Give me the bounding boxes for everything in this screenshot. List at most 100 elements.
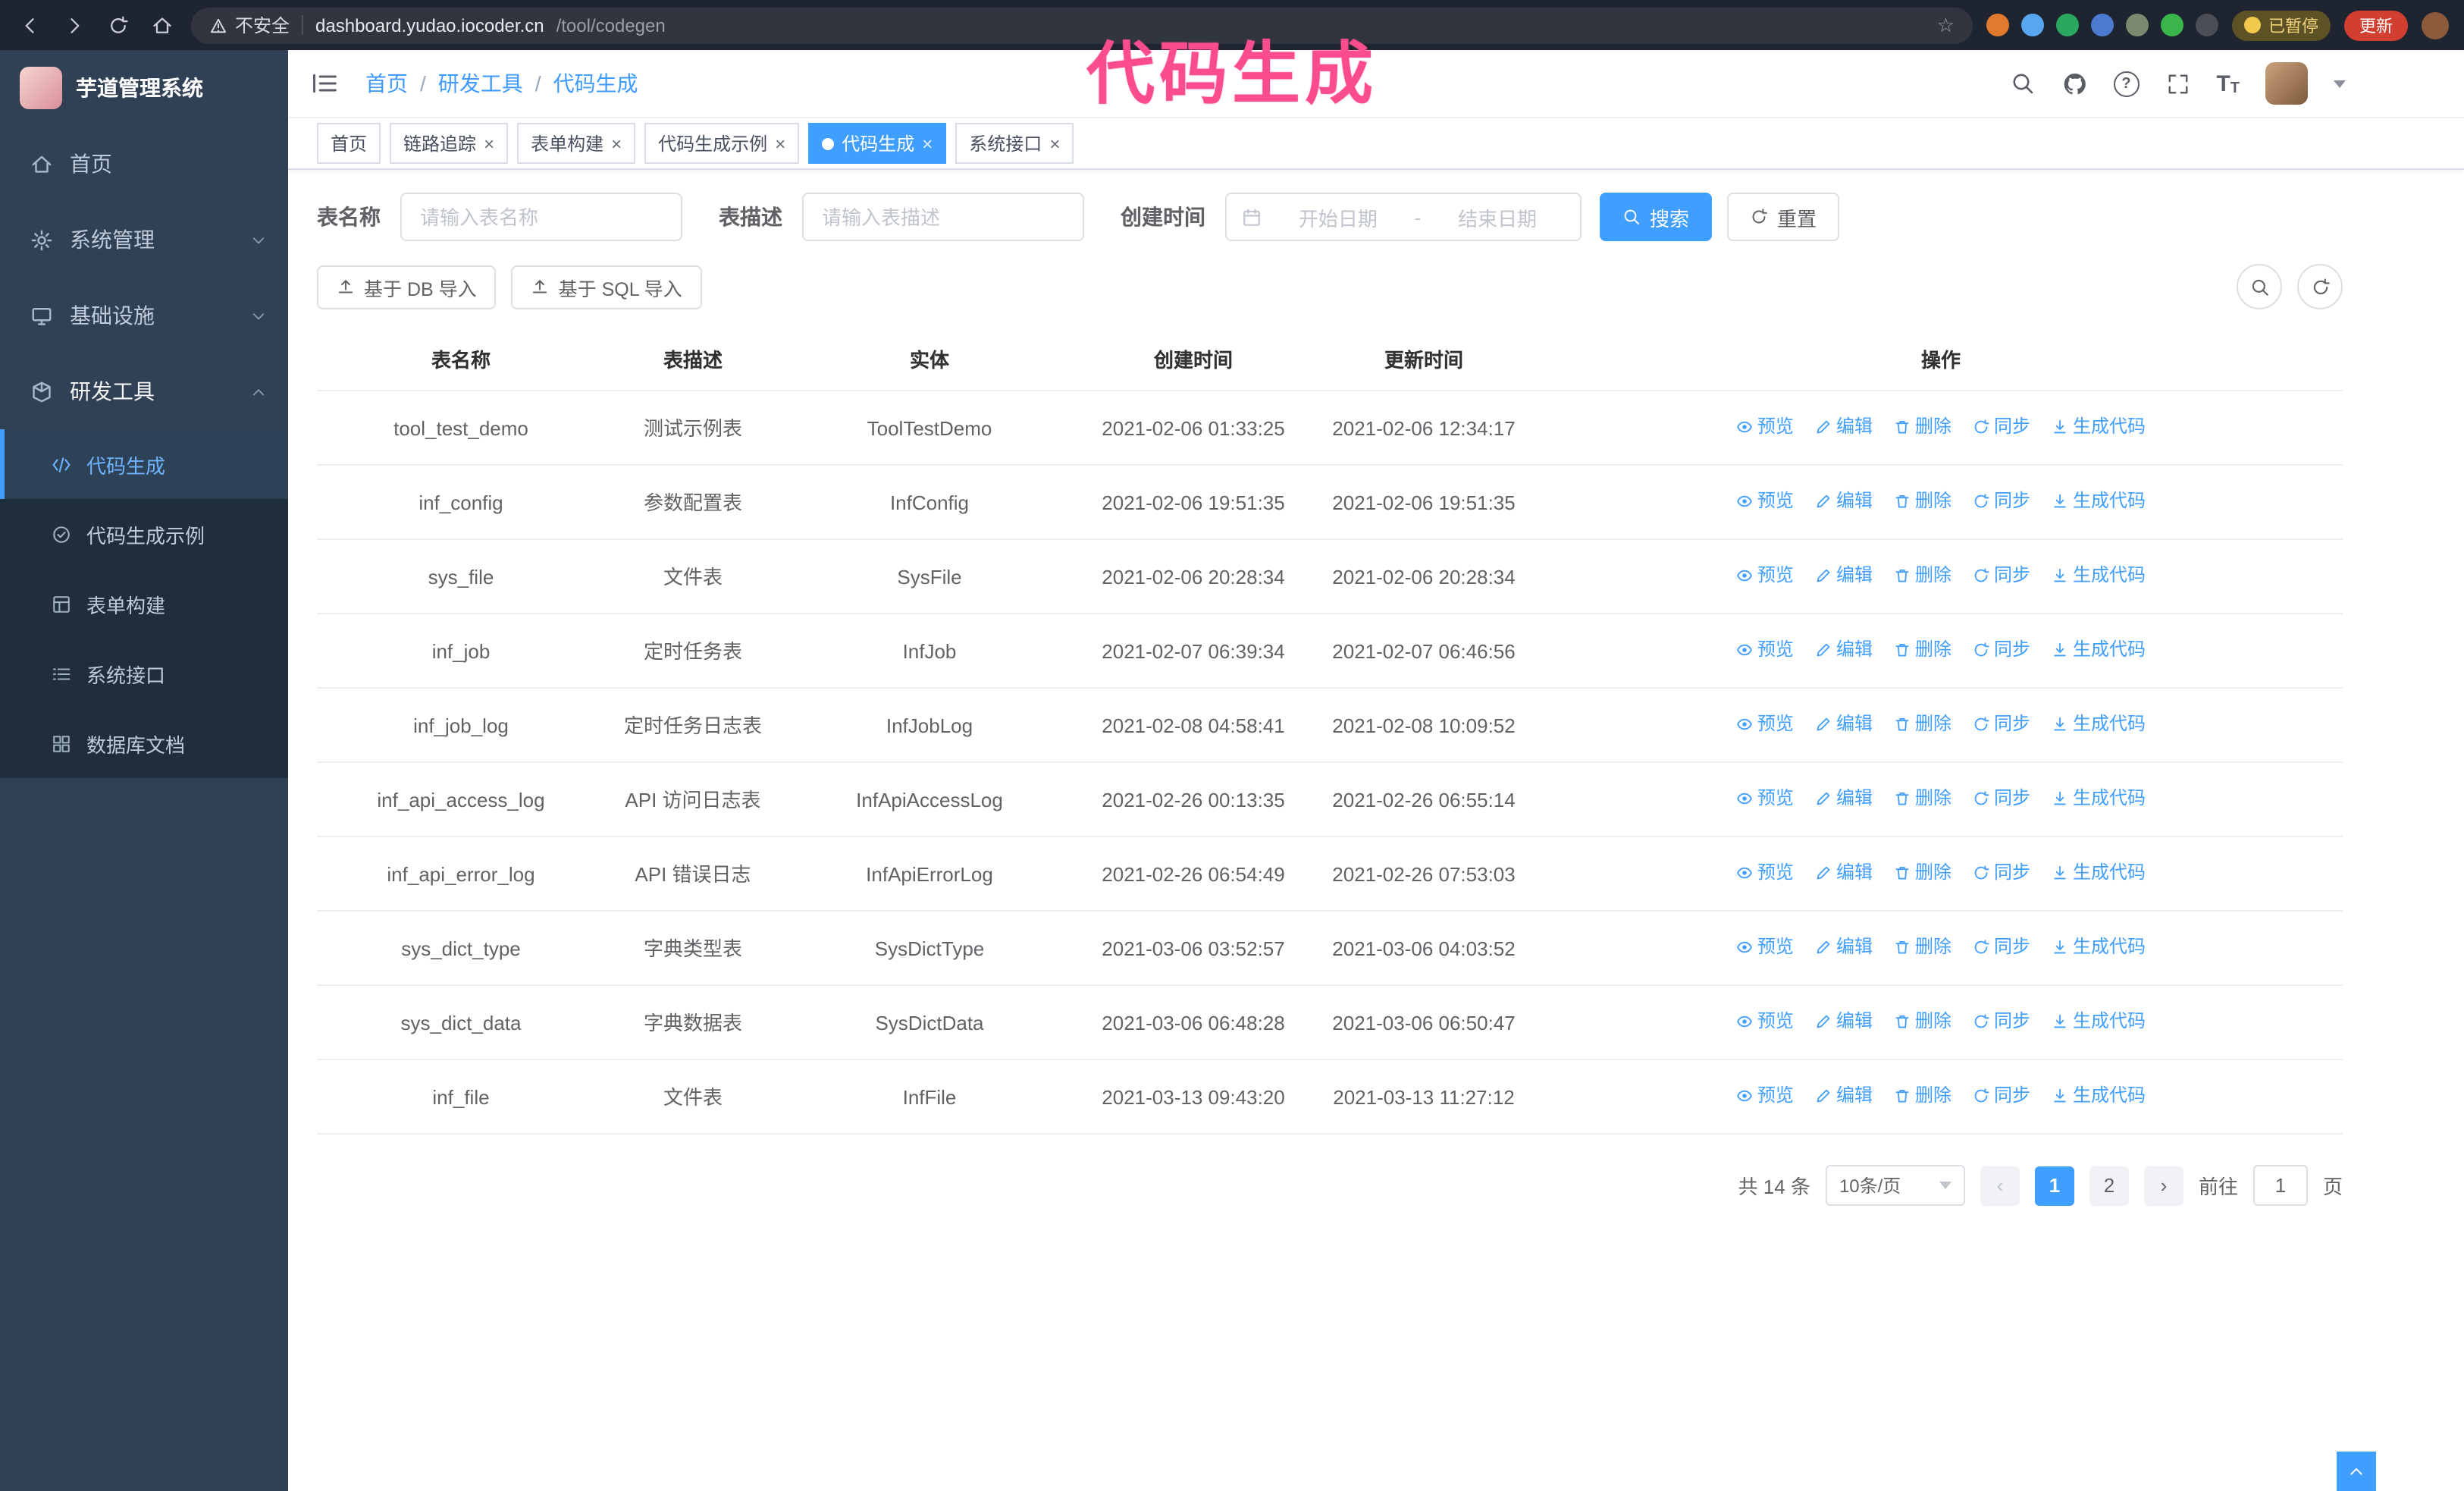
sidebar-item-home[interactable]: 首页 [0, 126, 288, 202]
op-edit-link[interactable]: 编辑 [1815, 784, 1873, 813]
reset-button[interactable]: 重置 [1727, 193, 1840, 241]
security-warning[interactable]: 不安全 [209, 12, 290, 38]
op-delete-link[interactable]: 删除 [1894, 859, 1951, 887]
op-delete-link[interactable]: 删除 [1894, 636, 1951, 664]
op-preview-link[interactable]: 预览 [1736, 413, 1794, 441]
op-sync-link[interactable]: 同步 [1973, 636, 2030, 664]
op-delete-link[interactable]: 删除 [1894, 710, 1951, 739]
op-edit-link[interactable]: 编辑 [1815, 710, 1873, 739]
bookmark-star-icon[interactable]: ☆ [1937, 13, 1955, 37]
breadcrumb-home[interactable]: 首页 [365, 68, 408, 99]
op-sync-link[interactable]: 同步 [1973, 1081, 2030, 1110]
op-delete-link[interactable]: 删除 [1894, 487, 1951, 516]
tab-form-builder[interactable]: 表单构建 × [517, 123, 636, 164]
tab-close-icon[interactable]: × [1049, 134, 1060, 152]
sidebar-item-system-management[interactable]: 系统管理 [0, 202, 288, 278]
fullscreen-icon[interactable] [2165, 71, 2190, 96]
collapse-sidebar-icon[interactable] [311, 70, 338, 97]
op-sync-link[interactable]: 同步 [1973, 859, 2030, 887]
next-page-button[interactable]: › [2143, 1166, 2183, 1205]
tab-codegen[interactable]: 代码生成 × [808, 123, 947, 164]
op-preview-link[interactable]: 预览 [1736, 1007, 1794, 1036]
op-sync-link[interactable]: 同步 [1973, 561, 2030, 590]
github-icon[interactable] [2061, 71, 2087, 96]
page-1-button[interactable]: 1 [2034, 1166, 2074, 1205]
font-size-icon[interactable]: TT [2216, 71, 2240, 96]
address-bar[interactable]: 不安全 dashboard.yudao.iocoder.cn /tool/cod… [191, 7, 1973, 43]
forward-icon[interactable] [59, 10, 89, 40]
search-button[interactable]: 搜索 [1600, 193, 1713, 241]
op-generate-link[interactable]: 生成代码 [2052, 859, 2146, 887]
breadcrumb-dev-tools[interactable]: 研发工具 [438, 68, 523, 99]
op-edit-link[interactable]: 编辑 [1815, 933, 1873, 962]
op-edit-link[interactable]: 编辑 [1815, 1007, 1873, 1036]
op-sync-link[interactable]: 同步 [1973, 710, 2030, 739]
op-sync-link[interactable]: 同步 [1973, 933, 2030, 962]
op-delete-link[interactable]: 删除 [1894, 1007, 1951, 1036]
breadcrumb-codegen[interactable]: 代码生成 [553, 68, 638, 99]
refresh-table-button[interactable] [2297, 264, 2343, 309]
tab-close-icon[interactable]: × [775, 134, 785, 152]
prev-page-button[interactable]: ‹ [1980, 1166, 2020, 1205]
sidebar-item-form-builder[interactable]: 表单构建 [0, 569, 288, 639]
op-edit-link[interactable]: 编辑 [1815, 413, 1873, 441]
create-time-range-picker[interactable]: 开始日期 - 结束日期 [1225, 193, 1582, 241]
op-generate-link[interactable]: 生成代码 [2052, 1007, 2146, 1036]
op-preview-link[interactable]: 预览 [1736, 784, 1794, 813]
update-button[interactable]: 更新 [2344, 10, 2408, 40]
extension-icon[interactable] [2091, 14, 2114, 36]
op-delete-link[interactable]: 删除 [1894, 561, 1951, 590]
user-avatar[interactable] [2265, 62, 2308, 105]
op-preview-link[interactable]: 预览 [1736, 710, 1794, 739]
sidebar-item-dev-tools[interactable]: 研发工具 [0, 353, 288, 429]
op-generate-link[interactable]: 生成代码 [2052, 1081, 2146, 1110]
op-edit-link[interactable]: 编辑 [1815, 561, 1873, 590]
extension-icon[interactable] [1986, 14, 2009, 36]
tab-close-icon[interactable]: × [611, 134, 622, 152]
op-edit-link[interactable]: 编辑 [1815, 487, 1873, 516]
op-sync-link[interactable]: 同步 [1973, 413, 2030, 441]
op-preview-link[interactable]: 预览 [1736, 933, 1794, 962]
avatar-caret-icon[interactable] [2334, 80, 2346, 87]
op-generate-link[interactable]: 生成代码 [2052, 710, 2146, 739]
search-icon[interactable] [2010, 71, 2036, 96]
op-edit-link[interactable]: 编辑 [1815, 636, 1873, 664]
toggle-search-button[interactable] [2237, 264, 2282, 309]
op-generate-link[interactable]: 生成代码 [2052, 933, 2146, 962]
tab-trace[interactable]: 链路追踪 × [390, 123, 509, 164]
browser-profile-avatar[interactable] [2422, 11, 2449, 39]
op-generate-link[interactable]: 生成代码 [2052, 636, 2146, 664]
op-sync-link[interactable]: 同步 [1973, 1007, 2030, 1036]
op-sync-link[interactable]: 同步 [1973, 784, 2030, 813]
op-sync-link[interactable]: 同步 [1973, 487, 2030, 516]
sidebar-item-infrastructure[interactable]: 基础设施 [0, 278, 288, 353]
tab-codegen-example[interactable]: 代码生成示例 × [644, 123, 800, 164]
tab-system-api[interactable]: 系统接口 × [955, 123, 1074, 164]
extension-icon[interactable] [2161, 14, 2183, 36]
import-db-button[interactable]: 基于 DB 导入 [317, 265, 497, 309]
op-preview-link[interactable]: 预览 [1736, 1081, 1794, 1110]
op-preview-link[interactable]: 预览 [1736, 487, 1794, 516]
back-to-top-button[interactable] [2337, 1452, 2376, 1491]
tab-home[interactable]: 首页 [317, 123, 381, 164]
page-2-button[interactable]: 2 [2089, 1166, 2129, 1205]
table-name-input[interactable] [400, 193, 682, 241]
op-delete-link[interactable]: 删除 [1894, 784, 1951, 813]
op-delete-link[interactable]: 删除 [1894, 413, 1951, 441]
home-icon[interactable] [147, 10, 177, 40]
op-preview-link[interactable]: 预览 [1736, 561, 1794, 590]
op-generate-link[interactable]: 生成代码 [2052, 784, 2146, 813]
table-desc-input[interactable] [802, 193, 1084, 241]
extension-icon[interactable] [2196, 14, 2218, 36]
op-generate-link[interactable]: 生成代码 [2052, 487, 2146, 516]
import-sql-button[interactable]: 基于 SQL 导入 [511, 265, 702, 309]
sidebar-item-system-api[interactable]: 系统接口 [0, 639, 288, 708]
sidebar-item-codegen-example[interactable]: 代码生成示例 [0, 499, 288, 569]
extension-icon[interactable] [2021, 14, 2044, 36]
reload-icon[interactable] [103, 10, 133, 40]
sidebar-item-database-doc[interactable]: 数据库文档 [0, 708, 288, 778]
extension-icon[interactable] [2056, 14, 2079, 36]
op-generate-link[interactable]: 生成代码 [2052, 413, 2146, 441]
paused-badge[interactable]: 已暂停 [2232, 10, 2331, 40]
tab-close-icon[interactable]: × [922, 134, 933, 152]
